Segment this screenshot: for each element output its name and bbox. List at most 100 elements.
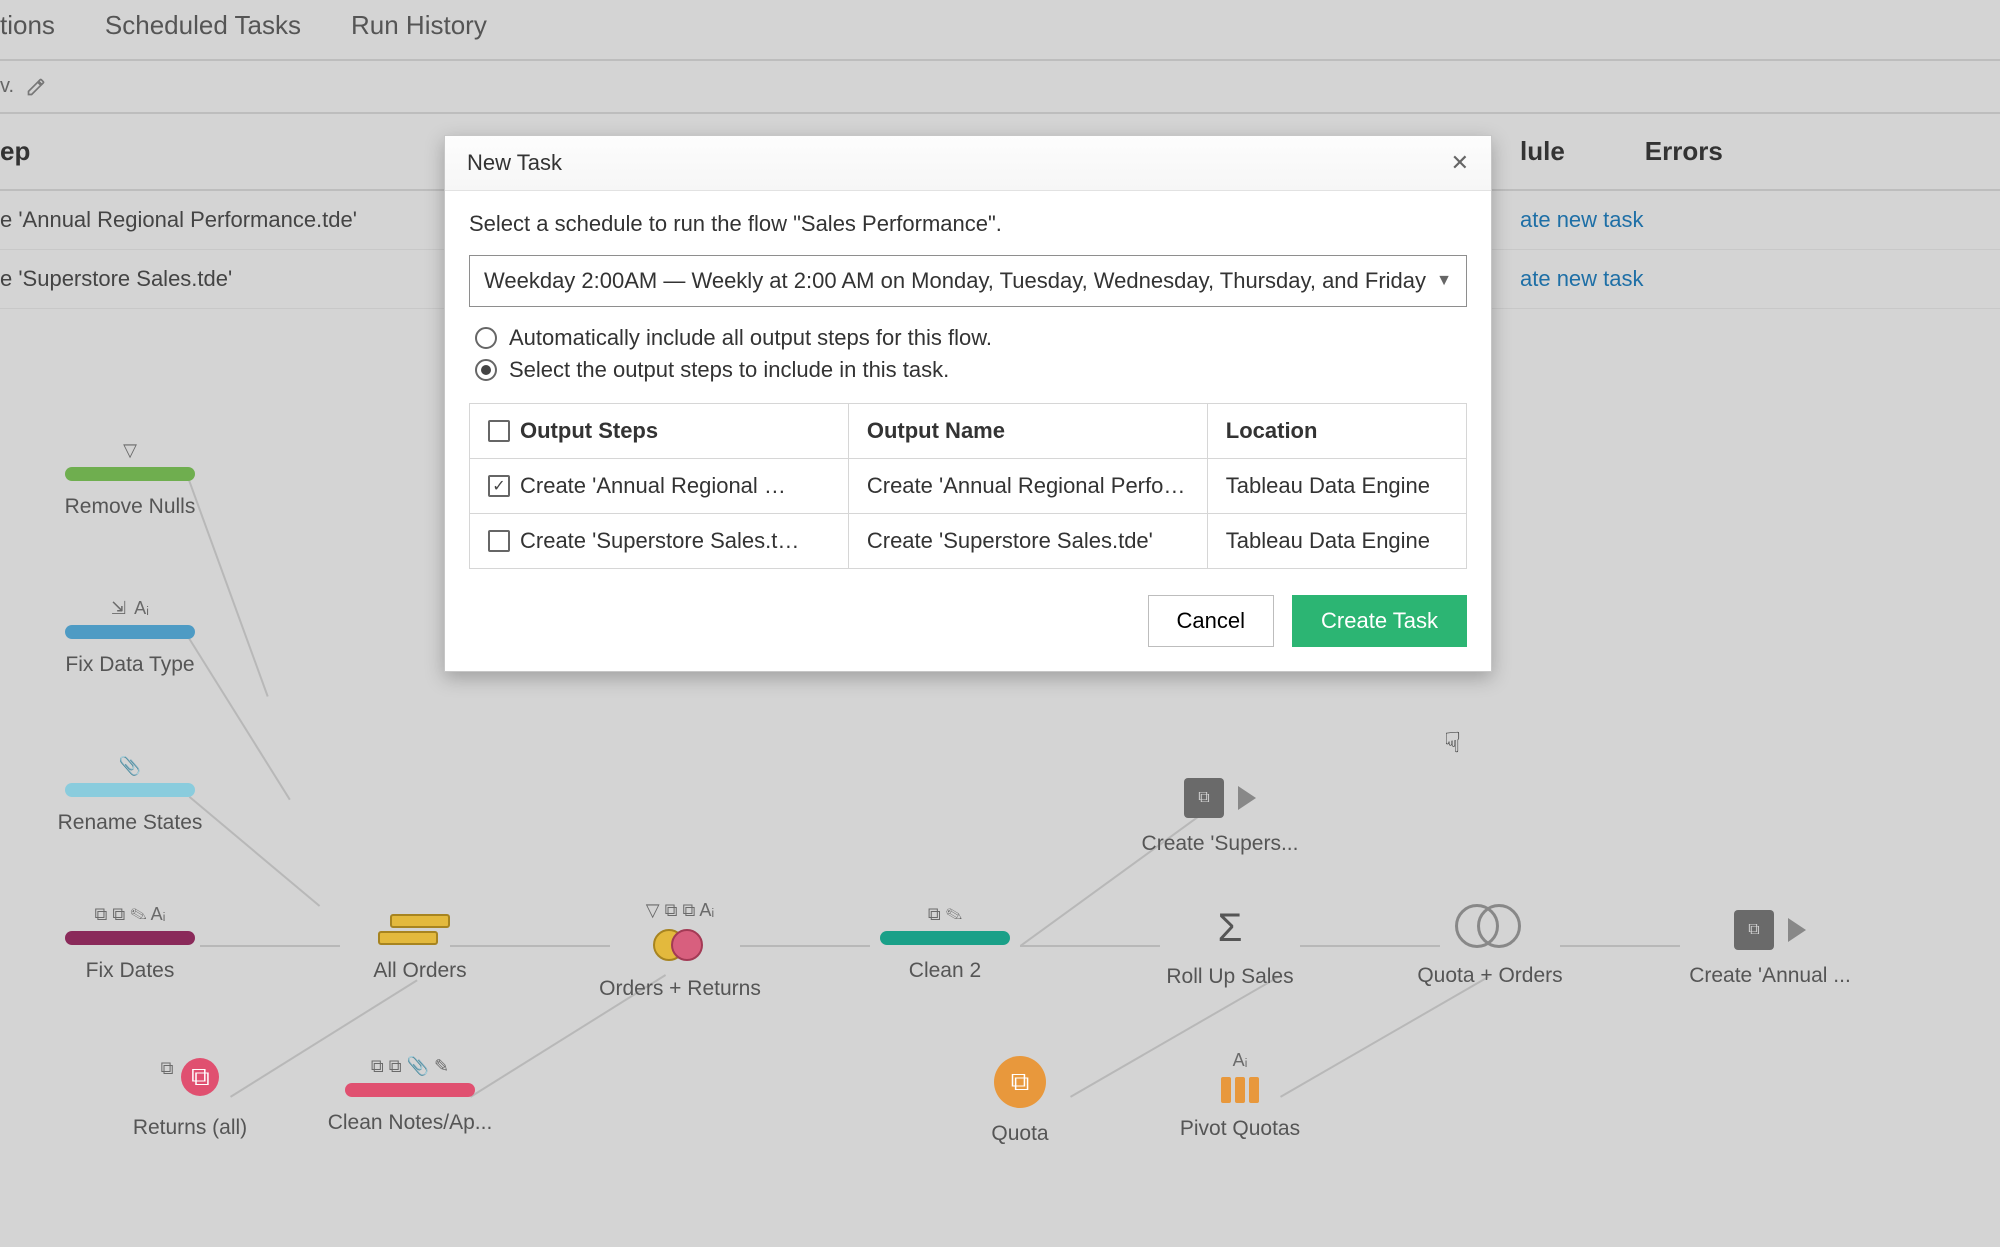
radio-label: Automatically include all output steps f… bbox=[509, 325, 992, 351]
tab-scheduled-tasks[interactable]: Scheduled Tasks bbox=[105, 10, 301, 41]
subheader: v. bbox=[0, 61, 2000, 114]
row-step: e 'Annual Regional Performance.tde' bbox=[0, 207, 430, 233]
radio-select-steps[interactable]: Select the output steps to include in th… bbox=[475, 357, 1467, 383]
cursor-icon: ☟ bbox=[1444, 726, 1461, 759]
select-all-checkbox[interactable] bbox=[488, 420, 510, 442]
table-row: Create 'Annual Regional Perf… Create 'An… bbox=[470, 459, 1467, 514]
cancel-button[interactable]: Cancel bbox=[1148, 595, 1274, 647]
node-label: Quota + Orders bbox=[1417, 964, 1562, 988]
glyph-icon: ⧉ ⧉ ✎ Aᵢ bbox=[95, 904, 166, 925]
radio-icon bbox=[475, 359, 497, 381]
node-label: Returns (all) bbox=[133, 1116, 247, 1140]
attachment-icon: 📎 bbox=[119, 756, 141, 777]
output-icon: ⧉ bbox=[1184, 778, 1224, 818]
node-label: Create 'Annual ... bbox=[1689, 964, 1851, 988]
modal-title: New Task bbox=[467, 150, 562, 176]
node-bar bbox=[880, 931, 1010, 945]
node-rename-states[interactable]: 📎 Rename States bbox=[40, 756, 220, 835]
chevron-down-icon: ▼ bbox=[1436, 272, 1452, 290]
node-bar bbox=[65, 625, 195, 639]
play-icon[interactable] bbox=[1238, 786, 1256, 810]
node-label: Pivot Quotas bbox=[1180, 1117, 1300, 1141]
node-label: Clean Notes/Ap... bbox=[328, 1111, 493, 1135]
node-label: Roll Up Sales bbox=[1166, 965, 1293, 989]
node-all-orders[interactable]: All Orders bbox=[330, 914, 510, 983]
table-row: Create 'Superstore Sales.tde' Create 'Su… bbox=[470, 514, 1467, 569]
node-returns-all[interactable]: ⧉ ⧉ Returns (all) bbox=[100, 1058, 280, 1140]
node-quota-orders[interactable]: Quota + Orders bbox=[1400, 904, 1580, 988]
venn-icon bbox=[1455, 904, 1525, 950]
schedule-value: Weekday 2:00AM — Weekly at 2:00 AM on Mo… bbox=[484, 268, 1426, 294]
node-create-annual[interactable]: ⧉ Create 'Annual ... bbox=[1680, 910, 1860, 988]
col-step: ep bbox=[0, 136, 430, 167]
schedule-select[interactable]: Weekday 2:00AM — Weekly at 2:00 AM on Mo… bbox=[469, 255, 1467, 307]
radio-label: Select the output steps to include in th… bbox=[509, 357, 949, 383]
close-icon[interactable]: ✕ bbox=[1451, 150, 1469, 176]
type-icon: Aᵢ bbox=[134, 598, 149, 619]
tab-connections[interactable]: tions bbox=[0, 10, 55, 41]
row-step: Create 'Annual Regional Perf… bbox=[520, 473, 800, 499]
filter-icon: ▽ bbox=[123, 440, 137, 461]
node-bar bbox=[65, 467, 195, 481]
node-fix-data-type[interactable]: ⇲ Aᵢ Fix Data Type bbox=[40, 598, 220, 677]
type-icon: Aᵢ bbox=[1233, 1050, 1248, 1071]
node-label: Remove Nulls bbox=[65, 495, 196, 519]
row-checkbox[interactable] bbox=[488, 475, 510, 497]
radio-icon bbox=[475, 327, 497, 349]
subheader-text: v. bbox=[0, 75, 14, 98]
edit-icon[interactable] bbox=[26, 77, 46, 97]
node-label: Quota bbox=[991, 1122, 1048, 1146]
node-orders-returns[interactable]: ▽ ⧉ ⧉ Aᵢ Orders + Returns bbox=[590, 900, 770, 1001]
node-label: Clean 2 bbox=[909, 959, 981, 983]
col-output-name: Output Name bbox=[848, 404, 1207, 459]
modal-instruction: Select a schedule to run the flow "Sales… bbox=[469, 211, 1467, 237]
resize-icon: ⇲ bbox=[111, 598, 126, 619]
node-clean2[interactable]: ⧉ ✎ Clean 2 bbox=[855, 904, 1035, 983]
node-clean-notes[interactable]: ⧉ ⧉ 📎 ✎ Clean Notes/Ap... bbox=[320, 1056, 500, 1135]
quota-icon: ⧉ bbox=[994, 1056, 1046, 1108]
output-steps-table: Output Steps Output Name Location Create… bbox=[469, 403, 1467, 569]
col-output-steps: Output Steps bbox=[520, 418, 658, 444]
node-pivot-quotas[interactable]: Aᵢ Pivot Quotas bbox=[1150, 1050, 1330, 1141]
modal-header: New Task ✕ bbox=[445, 136, 1491, 191]
sigma-icon: Σ bbox=[1218, 906, 1243, 951]
new-task-modal: New Task ✕ Select a schedule to run the … bbox=[444, 135, 1492, 672]
output-icon: ⧉ bbox=[1734, 910, 1774, 950]
glyph-icon: ⧉ bbox=[161, 1058, 174, 1096]
row-step: e 'Superstore Sales.tde' bbox=[0, 266, 430, 292]
node-create-supers[interactable]: ⧉ Create 'Supers... bbox=[1130, 778, 1310, 856]
node-bar bbox=[65, 931, 195, 945]
row-name: Create 'Annual Regional Perfo… bbox=[867, 473, 1186, 498]
row-step: Create 'Superstore Sales.tde' bbox=[520, 528, 800, 554]
node-label: Fix Dates bbox=[86, 959, 175, 983]
node-remove-nulls[interactable]: ▽ Remove Nulls bbox=[40, 440, 220, 519]
play-icon[interactable] bbox=[1788, 918, 1806, 942]
copy-icon: ⧉ bbox=[181, 1058, 219, 1096]
create-task-button[interactable]: Create Task bbox=[1292, 595, 1467, 647]
col-location: Location bbox=[1207, 404, 1466, 459]
row-checkbox[interactable] bbox=[488, 530, 510, 552]
col-errors: Errors bbox=[1565, 136, 1765, 167]
node-bar bbox=[345, 1083, 475, 1097]
output-mode-radios: Automatically include all output steps f… bbox=[475, 325, 1467, 383]
glyph-icon: ⧉ ⧉ 📎 ✎ bbox=[371, 1056, 449, 1077]
node-label: Fix Data Type bbox=[65, 653, 194, 677]
node-bar bbox=[65, 783, 195, 797]
node-label: All Orders bbox=[373, 959, 466, 983]
node-fix-dates[interactable]: ⧉ ⧉ ✎ Aᵢ Fix Dates bbox=[40, 904, 220, 983]
row-location: Tableau Data Engine bbox=[1207, 514, 1466, 569]
glyph-icon: ⧉ ✎ bbox=[928, 904, 962, 925]
node-label: Rename States bbox=[58, 811, 203, 835]
radio-include-all[interactable]: Automatically include all output steps f… bbox=[475, 325, 1467, 351]
node-quota[interactable]: ⧉ Quota bbox=[930, 1056, 1110, 1146]
node-label: Orders + Returns bbox=[599, 977, 761, 1001]
node-roll-up-sales[interactable]: Σ Roll Up Sales bbox=[1140, 906, 1320, 989]
tab-run-history[interactable]: Run History bbox=[351, 10, 487, 41]
top-tabs: tions Scheduled Tasks Run History bbox=[0, 0, 2000, 61]
row-name: Create 'Superstore Sales.tde' bbox=[867, 528, 1153, 553]
glyph-icon: ▽ ⧉ ⧉ Aᵢ bbox=[646, 900, 714, 921]
modal-body: Select a schedule to run the flow "Sales… bbox=[445, 191, 1491, 595]
row-location: Tableau Data Engine bbox=[1207, 459, 1466, 514]
node-label: Create 'Supers... bbox=[1142, 832, 1299, 856]
modal-footer: Cancel Create Task bbox=[445, 595, 1491, 671]
